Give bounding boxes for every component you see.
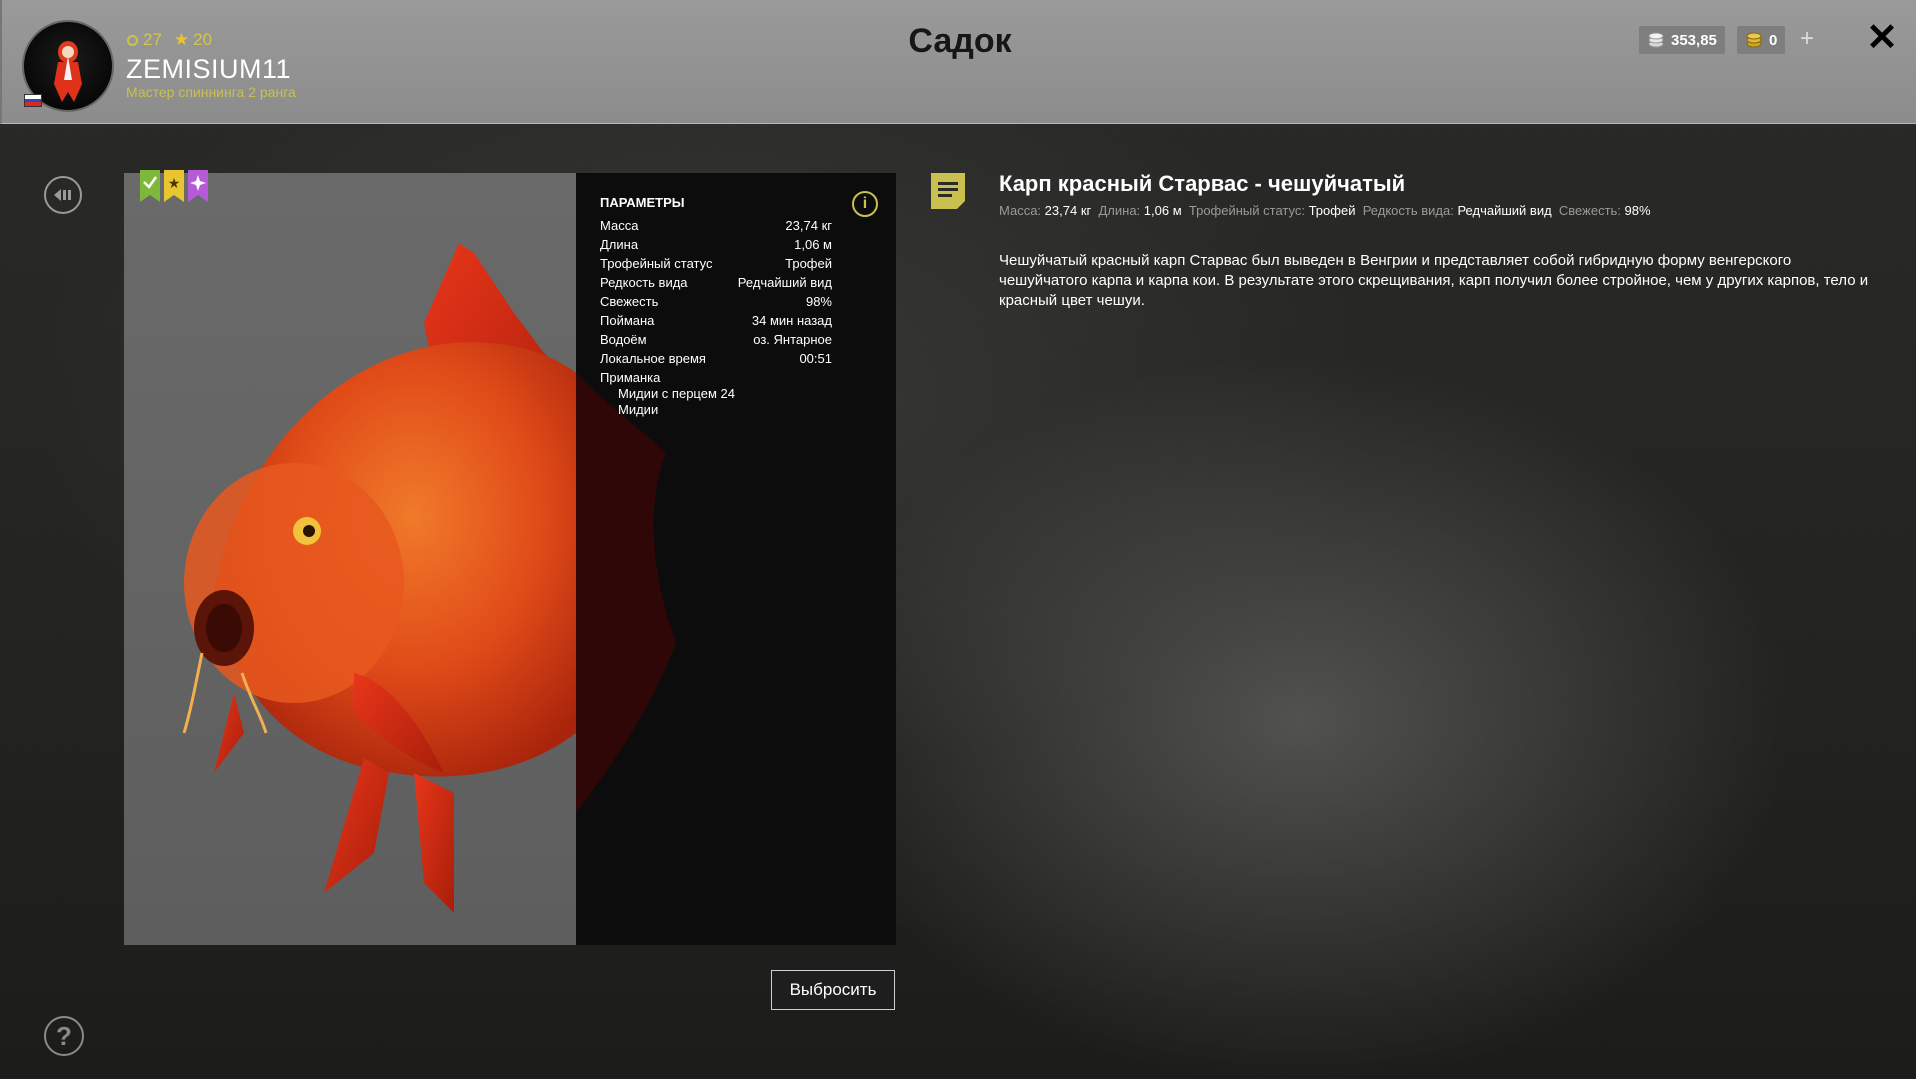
param-label: Редкость вида xyxy=(600,275,688,290)
param-value: 23,74 кг xyxy=(785,218,832,233)
param-row-water: Водоём оз. Янтарное xyxy=(600,332,832,347)
flag-icon xyxy=(24,94,42,107)
back-arrow-icon xyxy=(54,189,71,201)
param-label: Трофейный статус xyxy=(600,256,713,271)
summary-value: 23,74 кг xyxy=(1044,203,1092,218)
close-button[interactable]: ✕ xyxy=(1864,19,1900,57)
bait-item: Мидии xyxy=(618,402,659,417)
add-currency-button[interactable]: + xyxy=(1793,26,1821,54)
param-value: Редчайший вид xyxy=(737,275,832,290)
param-label: Масса xyxy=(600,218,639,233)
player-rank: Мастер спиннинга 2 ранга xyxy=(126,84,296,100)
gold-coin-icon xyxy=(1746,32,1762,48)
param-label: Локальное время xyxy=(600,351,706,366)
param-row-rarity: Редкость вида Редчайший вид xyxy=(600,275,832,290)
silver-coin-icon xyxy=(1648,32,1664,48)
param-value: оз. Янтарное xyxy=(753,332,832,347)
param-row-caught: Поймана 34 мин назад xyxy=(600,313,832,328)
back-button[interactable] xyxy=(44,176,82,214)
param-label: Водоём xyxy=(600,332,647,347)
silver-balance: 353,85 xyxy=(1639,26,1725,54)
bait-item: Мидии с перцем 24 xyxy=(618,386,735,401)
discard-button[interactable]: Выбросить xyxy=(771,970,895,1010)
fish-summary: Масса: 23,74 кг Длина: 1,06 м Трофейный … xyxy=(999,203,1651,218)
info-icon[interactable]: i xyxy=(852,191,878,217)
summary-label: Масса: xyxy=(999,203,1042,218)
top-bar: 27 ★ 20 ZEMISIUM11 Мастер спиннинга 2 ра… xyxy=(0,0,1916,124)
help-button[interactable]: ? xyxy=(44,1016,84,1056)
fish-name: Карп красный Старвас - чешуйчатый xyxy=(999,171,1406,196)
param-value: 34 мин назад xyxy=(751,313,832,328)
param-row-length: Длина 1,06 м xyxy=(600,237,832,252)
param-row-mass: Масса 23,74 кг xyxy=(600,218,832,233)
fish-image xyxy=(124,173,576,945)
param-row-freshness: Свежесть 98% xyxy=(600,294,832,309)
param-label: Свежесть xyxy=(600,294,659,309)
fish-description: Чешуйчатый красный карп Старвас был выве… xyxy=(999,252,1869,309)
summary-label: Свежесть: xyxy=(1558,203,1621,218)
summary-value: 98% xyxy=(1624,203,1651,218)
param-row-local-time: Локальное время 00:51 xyxy=(600,351,832,366)
param-label: Поймана xyxy=(600,313,655,328)
note-icon xyxy=(931,173,965,209)
svg-text:★: ★ xyxy=(168,176,181,192)
parameters-panel: ПАРАМЕТРЫ i Масса 23,74 кг Длина 1,06 м … xyxy=(576,173,896,945)
bait-label: Приманка xyxy=(600,370,661,385)
summary-value: Трофей xyxy=(1308,203,1356,218)
star-badge-icon: ★ xyxy=(164,170,184,202)
param-row-trophy: Трофейный статус Трофей xyxy=(600,256,832,271)
param-value: Трофей xyxy=(785,256,832,271)
summary-label: Трофейный статус: xyxy=(1188,203,1305,218)
summary-value: Редчайший вид xyxy=(1457,203,1552,218)
silver-value: 353,85 xyxy=(1671,31,1717,49)
param-value: 98% xyxy=(805,294,832,309)
param-value: 00:51 xyxy=(799,351,832,366)
summary-label: Редкость вида: xyxy=(1362,203,1454,218)
rarity-badge-icon xyxy=(188,170,208,202)
page-title: Садок xyxy=(908,22,1012,60)
parameters-title: ПАРАМЕТРЫ xyxy=(600,195,685,210)
gold-balance: 0 xyxy=(1737,26,1786,54)
fish-illustration xyxy=(182,243,576,913)
summary-value: 1,06 м xyxy=(1143,203,1182,218)
summary-label: Длина: xyxy=(1098,203,1141,218)
fish-badges: ★ xyxy=(140,170,208,202)
param-value: 1,06 м xyxy=(794,237,832,252)
check-badge-icon xyxy=(140,170,160,202)
gold-value: 0 xyxy=(1769,31,1778,49)
param-label: Длина xyxy=(600,237,639,252)
